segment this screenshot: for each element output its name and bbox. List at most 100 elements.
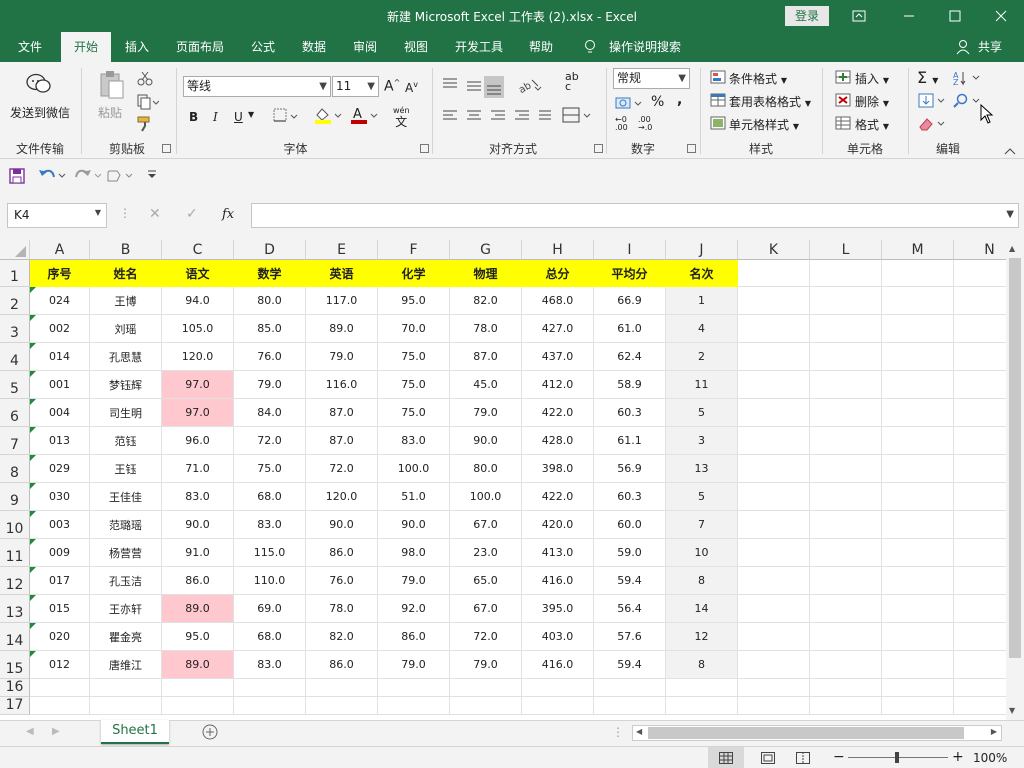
close-icon[interactable]	[978, 0, 1024, 32]
cell-n5[interactable]	[954, 371, 1006, 399]
tab-developer[interactable]: 开发工具	[446, 32, 512, 62]
cell-c2[interactable]: 94.0	[162, 287, 234, 315]
cell-e10[interactable]: 90.0	[306, 511, 378, 539]
ribbon-display-options-icon[interactable]	[836, 0, 882, 32]
cell-g1[interactable]: 物理	[450, 260, 522, 287]
percent-button[interactable]: %	[651, 94, 664, 110]
cell-c4[interactable]: 120.0	[162, 343, 234, 371]
cell-l9[interactable]	[810, 483, 882, 511]
cell-h13[interactable]: 395.0	[522, 595, 594, 623]
cell-g2[interactable]: 82.0	[450, 287, 522, 315]
cell-h11[interactable]: 413.0	[522, 539, 594, 567]
cell-l12[interactable]	[810, 567, 882, 595]
number-launcher-icon[interactable]	[687, 144, 696, 153]
cell-g6[interactable]: 79.0	[450, 399, 522, 427]
cell-c10[interactable]: 90.0	[162, 511, 234, 539]
cell-m14[interactable]	[882, 623, 954, 651]
number-stored-as-text-indicator[interactable]	[30, 595, 36, 601]
cell-a15[interactable]: 012	[30, 651, 90, 679]
cell-a8[interactable]: 029	[30, 455, 90, 483]
row-header-2[interactable]: 2	[0, 287, 30, 315]
cell-f6[interactable]: 75.0	[378, 399, 450, 427]
cell-c9[interactable]: 83.0	[162, 483, 234, 511]
number-stored-as-text-indicator[interactable]	[30, 539, 36, 545]
zoom-out-button[interactable]: −	[833, 749, 845, 765]
cell-n11[interactable]	[954, 539, 1006, 567]
cell-m7[interactable]	[882, 427, 954, 455]
tab-data[interactable]: 数据	[292, 32, 336, 62]
wechat-icon[interactable]	[26, 72, 52, 99]
row-header-12[interactable]: 12	[0, 567, 30, 595]
cell-n16[interactable]	[954, 679, 1006, 697]
next-sheet-icon[interactable]: ▶	[52, 726, 60, 737]
cell-k6[interactable]	[738, 399, 810, 427]
cell-c7[interactable]: 96.0	[162, 427, 234, 455]
cell-a17[interactable]	[30, 697, 90, 715]
cell-d2[interactable]: 80.0	[234, 287, 306, 315]
delete-cells-button[interactable]: 删除 ▼	[855, 93, 889, 110]
cell-k14[interactable]	[738, 623, 810, 651]
share-button[interactable]: 共享	[973, 32, 1007, 62]
font-name-select[interactable]: 等线 ▼	[183, 76, 331, 97]
cell-h3[interactable]: 427.0	[522, 315, 594, 343]
cell-n12[interactable]	[954, 567, 1006, 595]
cell-f4[interactable]: 75.0	[378, 343, 450, 371]
cell-a6[interactable]: 004	[30, 399, 90, 427]
number-stored-as-text-indicator[interactable]	[30, 399, 36, 405]
cell-f7[interactable]: 83.0	[378, 427, 450, 455]
column-header-D[interactable]: D	[234, 240, 306, 260]
cell-g10[interactable]: 67.0	[450, 511, 522, 539]
cell-l16[interactable]	[810, 679, 882, 697]
cell-c3[interactable]: 105.0	[162, 315, 234, 343]
cell-l15[interactable]	[810, 651, 882, 679]
cell-f10[interactable]: 90.0	[378, 511, 450, 539]
zoom-level[interactable]: 100%	[973, 751, 1007, 765]
cell-d16[interactable]	[234, 679, 306, 697]
clear-icon[interactable]	[918, 116, 946, 135]
cell-h16[interactable]	[522, 679, 594, 697]
cell-h4[interactable]: 437.0	[522, 343, 594, 371]
cell-d7[interactable]: 72.0	[234, 427, 306, 455]
cell-a11[interactable]: 009	[30, 539, 90, 567]
cell-e7[interactable]: 87.0	[306, 427, 378, 455]
cell-i13[interactable]: 56.4	[594, 595, 666, 623]
cell-c15[interactable]: 89.0	[162, 651, 234, 679]
cell-b5[interactable]: 梦钰辉	[90, 371, 162, 399]
cell-g4[interactable]: 87.0	[450, 343, 522, 371]
cell-e9[interactable]: 120.0	[306, 483, 378, 511]
cell-n3[interactable]	[954, 315, 1006, 343]
cell-d11[interactable]: 115.0	[234, 539, 306, 567]
cell-e8[interactable]: 72.0	[306, 455, 378, 483]
cell-i5[interactable]: 58.9	[594, 371, 666, 399]
number-stored-as-text-indicator[interactable]	[30, 455, 36, 461]
cell-b13[interactable]: 王亦轩	[90, 595, 162, 623]
cell-f13[interactable]: 92.0	[378, 595, 450, 623]
number-stored-as-text-indicator[interactable]	[30, 287, 36, 293]
prev-sheet-icon[interactable]: ◀	[26, 726, 34, 737]
cell-g14[interactable]: 72.0	[450, 623, 522, 651]
font-launcher-icon[interactable]	[420, 144, 429, 153]
cell-b17[interactable]	[90, 697, 162, 715]
tab-formulas[interactable]: 公式	[241, 32, 285, 62]
cell-k16[interactable]	[738, 679, 810, 697]
cell-j1[interactable]: 名次	[666, 260, 738, 287]
cell-i10[interactable]: 60.0	[594, 511, 666, 539]
row-header-6[interactable]: 6	[0, 399, 30, 427]
number-format-select[interactable]: 常规 ▼	[613, 68, 690, 89]
fill-icon[interactable]	[918, 93, 946, 112]
column-header-N[interactable]: N	[954, 240, 1006, 260]
tell-me-search[interactable]: 操作说明搜索	[603, 32, 687, 62]
cell-b6[interactable]: 司生明	[90, 399, 162, 427]
cell-d12[interactable]: 110.0	[234, 567, 306, 595]
number-stored-as-text-indicator[interactable]	[30, 427, 36, 433]
cell-d4[interactable]: 76.0	[234, 343, 306, 371]
column-header-K[interactable]: K	[738, 240, 810, 260]
cell-l3[interactable]	[810, 315, 882, 343]
cell-i12[interactable]: 59.4	[594, 567, 666, 595]
row-header-9[interactable]: 9	[0, 483, 30, 511]
cell-g5[interactable]: 45.0	[450, 371, 522, 399]
cell-b7[interactable]: 范钰	[90, 427, 162, 455]
cell-e17[interactable]	[306, 697, 378, 715]
cell-b12[interactable]: 孔玉洁	[90, 567, 162, 595]
cell-e15[interactable]: 86.0	[306, 651, 378, 679]
